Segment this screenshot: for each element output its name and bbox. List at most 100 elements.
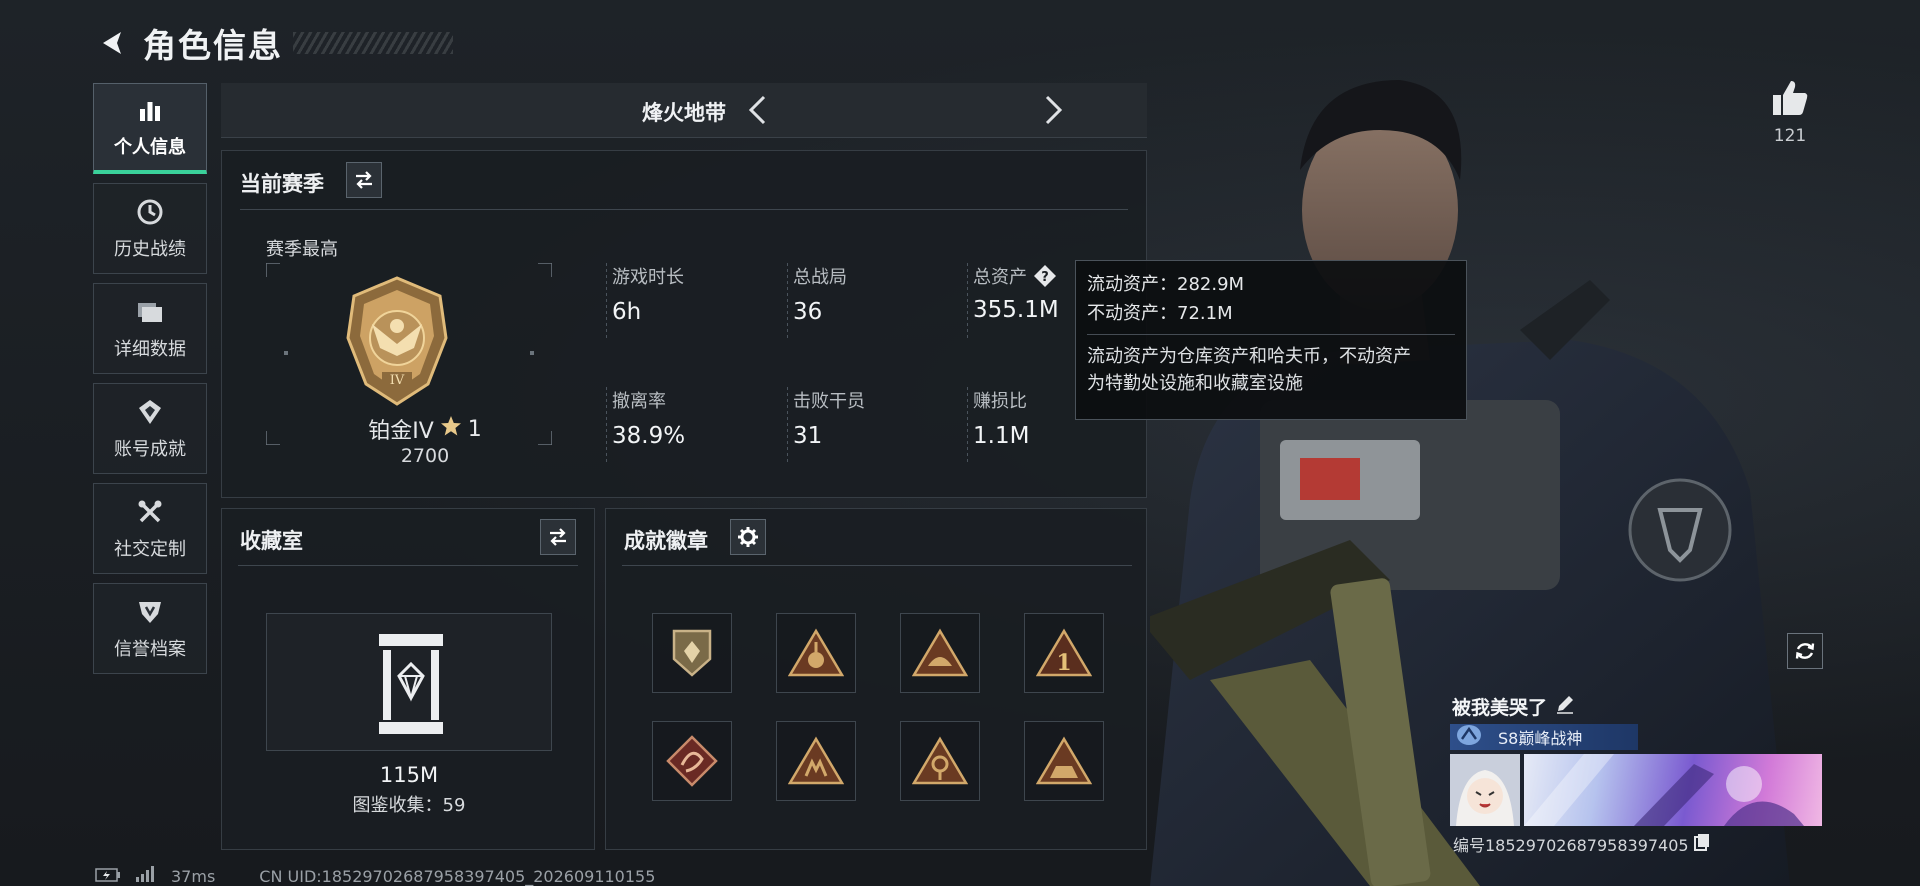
badge-dragon-icon [666,735,718,787]
edit-icon[interactable] [1555,694,1575,719]
stat-extraction-rate: 撤离率 38.9% [612,387,685,449]
stat-value: 31 [793,423,823,449]
back-arrow-icon[interactable] [95,26,129,60]
stat-total-assets: 总资产 ? 355.1M [973,263,1059,323]
sidebar-item-label: 历史战绩 [114,238,186,260]
like-count: 121 [1773,126,1807,146]
player-avatar [1450,754,1520,826]
divider [606,263,607,339]
like-widget[interactable]: 121 [1760,78,1820,146]
player-banner[interactable] [1450,754,1822,826]
divider [787,263,788,339]
stat-value: 6h [612,299,642,325]
stat-label: 总战局 [793,267,847,288]
clock-icon [135,197,165,227]
sidebar-item-credit-profile[interactable]: 信誉档案 [93,583,207,674]
sidebar-item-achievements[interactable]: 账号成就 [93,383,207,474]
stat-label: 总资产 [973,267,1027,288]
collection-cabinet-icon [375,632,447,740]
achievement-badge[interactable] [900,613,980,693]
copy-icon[interactable] [1693,833,1711,855]
achievement-badge[interactable] [776,721,856,801]
page-header: 角色信息 [95,18,453,68]
swap-icon [356,171,372,189]
stat-kills: 击败干员 31 [793,387,865,449]
banner-artwork [1524,754,1822,826]
achievement-badge[interactable] [1024,721,1104,801]
season-best-label: 赛季最高 [266,239,338,260]
stat-label: 撤离率 [612,391,666,412]
divider [240,209,1128,210]
help-icon[interactable]: ? [1033,264,1057,288]
achievement-badge[interactable] [652,613,732,693]
badge-triangle-icon [788,736,844,785]
achievement-badge[interactable] [652,721,732,801]
tools-icon [135,497,165,527]
sidebar: 个人信息 历史战绩 详细数据 账号成就 社交定制 信誉档案 [93,83,207,674]
switch-collection-button[interactable] [540,519,576,555]
achievement-badge[interactable] [776,613,856,693]
page-title: 角色信息 [143,26,283,65]
stat-label: 击败干员 [793,391,865,412]
season-title: 当前赛季 [240,172,324,196]
stat-label: 游戏时长 [612,267,684,288]
sidebar-item-detailed-data[interactable]: 详细数据 [93,283,207,374]
shield-icon [135,597,165,627]
achievement-badge[interactable] [900,721,980,801]
season-panel: 当前赛季 赛季最高 IV 铂金IV 1 2700 游戏时长 6h 总战局 36 … [221,150,1147,498]
thumbs-up-icon[interactable] [1760,78,1820,118]
rotate-character-button[interactable] [1787,633,1823,669]
player-title: S8巅峰战神 [1498,729,1583,748]
svg-text:?: ? [1041,270,1049,285]
stat-total-matches: 总战局 36 [793,263,847,325]
chevron-right-icon[interactable] [1036,93,1070,127]
title-decoration [293,32,453,54]
swap-icon [550,528,566,546]
rank-stars: 1 [467,416,482,442]
svg-text:1: 1 [1056,650,1071,676]
achievement-badge[interactable]: 1 [1024,613,1104,693]
folder-icon [135,297,165,327]
sidebar-item-personal-info[interactable]: 个人信息 [93,83,207,174]
title-emblem-icon [1456,724,1482,750]
sidebar-item-label: 信誉档案 [114,638,186,660]
star-icon [440,415,462,443]
achievements-settings-button[interactable] [730,519,766,555]
divider [622,565,1132,566]
divider [787,387,788,463]
badge-triangle-icon [1036,736,1092,785]
ping-value: 37ms [171,866,216,886]
achievements-panel: 成就徽章 1 [605,508,1147,850]
collection-panel: 收藏室 115M 图鉴收集：59 [221,508,595,850]
sidebar-item-label: 详细数据 [114,338,186,360]
collection-count: 图鉴收集：59 [352,795,466,816]
achievements-title: 成就徽章 [624,529,708,553]
divider [238,565,578,566]
sidebar-item-match-history[interactable]: 历史战绩 [93,183,207,274]
stat-play-time: 游戏时长 6h [612,263,684,325]
mode-selector: 烽火地带 [221,83,1147,138]
switch-season-button[interactable] [346,162,382,198]
signal-icon [135,866,157,886]
tooltip-description-line: 为特勤处设施和收藏室设施 [1087,373,1303,395]
bar-chart-icon [135,95,165,125]
stat-value: 36 [793,299,823,325]
sidebar-item-social-custom[interactable]: 社交定制 [93,483,207,574]
rank-score: 2700 [400,445,450,467]
badge-triangle-icon [788,628,844,677]
collection-value: 115M [379,763,439,787]
tooltip-description-line: 流动资产为仓库资产和哈夫币，不动资产 [1087,345,1411,367]
divider [967,263,968,339]
mode-name: 烽火地带 [642,101,726,125]
stat-profit-loss: 赚损比 1.1M [973,387,1029,449]
gear-icon [738,527,758,547]
player-name-row: 被我美哭了 [1452,693,1575,720]
account-uid: CN UID:18529702687958397405_202609110155 [259,866,656,886]
battery-icon [95,867,121,886]
divider [967,387,968,463]
divider [606,387,607,463]
player-id: 编号1852970268795839740​5 [1453,836,1689,855]
collection-room-preview[interactable] [266,613,552,751]
rank-emblem-icon: IV [344,276,450,408]
status-bar: 37ms CN UID:18529702687958397405_2026091… [95,866,655,886]
